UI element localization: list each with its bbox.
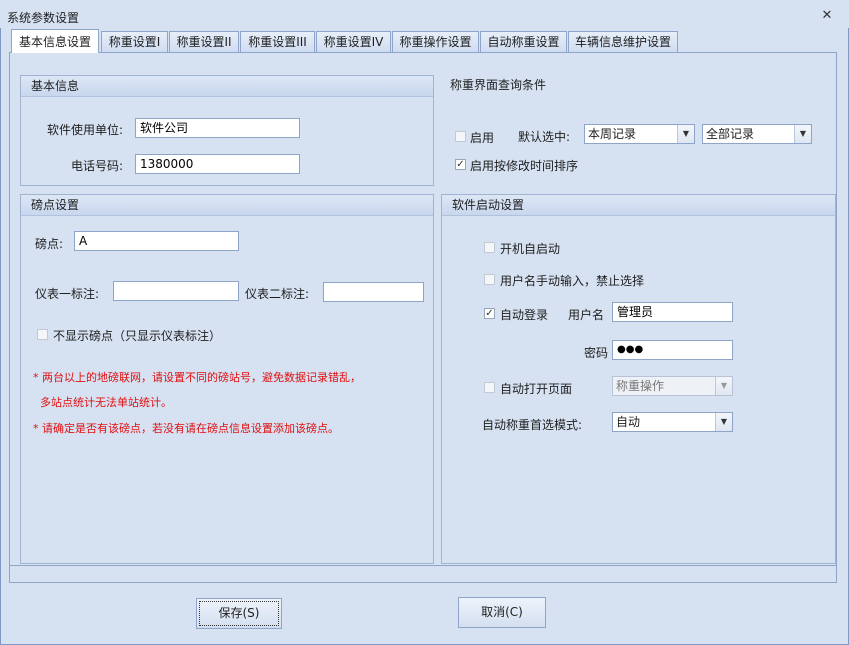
cancel-button[interactable]: 取消(C) [458,597,546,628]
open-page-select-value: 称重操作 [616,379,665,393]
enable-query-checkbox[interactable] [455,131,466,142]
point-input[interactable]: A [74,231,239,251]
scope-select-value: 全部记录 [706,127,755,141]
default-selection-label: 默认选中: [518,130,571,144]
phone-label: 电话号码: [71,159,124,173]
tab-weigh-operation[interactable]: 称重操作设置 [392,31,479,52]
network-note-line2: 多站点统计无法单站统计。 [40,396,172,409]
meter2-label: 仪表二标注: [245,287,310,301]
period-select[interactable]: 本周记录 ▼ [584,124,695,144]
autostart-label: 开机自启动 [500,242,561,256]
basic-info-header: 基本信息 [21,76,433,97]
tab-vehicle-info[interactable]: 车辆信息维护设置 [568,31,678,52]
panel-divider [9,565,837,566]
meter1-input[interactable] [113,281,239,301]
auto-mode-select-value: 自动 [616,415,641,429]
point-label: 磅点: [35,237,64,251]
enable-query-label: 启用 [470,131,495,145]
save-button[interactable]: 保存(S) [196,598,282,629]
manual-username-checkbox[interactable] [484,274,495,285]
username-input[interactable]: 管理员 [612,302,733,322]
tab-weigh-settings-1[interactable]: 称重设置I [101,31,168,52]
chevron-down-icon[interactable]: ▼ [677,125,694,143]
chevron-down-icon[interactable]: ▼ [794,125,811,143]
open-page-label: 自动打开页面 [500,382,573,396]
hide-point-label: 不显示磅点（只显示仪表标注） [53,329,222,343]
tab-weigh-settings-2[interactable]: 称重设置II [169,31,239,52]
open-page-checkbox[interactable] [484,382,495,393]
window-title: 系统参数设置 [7,11,80,25]
query-conditions-title: 称重界面查询条件 [450,78,547,92]
auto-mode-select[interactable]: 自动 ▼ [612,412,733,432]
meter2-input[interactable] [323,282,424,302]
sort-by-time-label: 启用按修改时间排序 [470,159,579,173]
meter1-label: 仪表一标注: [35,287,100,301]
sort-by-time-checkbox[interactable]: ✓ [455,159,466,170]
point-exists-note: * 请确定是否有该磅点，若没有请在磅点信息设置添加该磅点。 [33,422,339,435]
company-input[interactable]: 软件公司 [135,118,300,138]
close-icon[interactable]: ✕ [819,8,835,24]
tab-basic-info[interactable]: 基本信息设置 [11,29,99,53]
hide-point-checkbox[interactable] [37,329,48,340]
auto-mode-label: 自动称重首选模式: [482,418,583,432]
autologin-checkbox[interactable]: ✓ [484,308,495,319]
tab-weigh-settings-3[interactable]: 称重设置III [240,31,315,52]
autostart-checkbox[interactable] [484,242,495,253]
scope-select[interactable]: 全部记录 ▼ [702,124,812,144]
tab-weigh-settings-4[interactable]: 称重设置IV [316,31,391,52]
weigh-point-header: 磅点设置 [21,195,433,216]
company-label: 软件使用单位: [47,123,124,137]
chevron-down-icon[interactable]: ▼ [715,377,732,395]
manual-username-label: 用户名手动输入，禁止选择 [500,274,645,288]
startup-header: 软件启动设置 [442,195,835,216]
chevron-down-icon[interactable]: ▼ [715,413,732,431]
username-label: 用户名 [568,308,605,322]
title-bar: 系统参数设置 ✕ [0,0,849,28]
tab-auto-weigh[interactable]: 自动称重设置 [480,31,567,52]
autologin-label: 自动登录 [500,308,549,322]
phone-input[interactable]: 1380000 [135,154,300,174]
password-input[interactable]: ●●● [612,340,733,360]
network-note-line1: * 两台以上的地磅联网，请设置不同的磅站号，避免数据记录错乱， [33,371,361,384]
open-page-select[interactable]: 称重操作 ▼ [612,376,733,396]
period-select-value: 本周记录 [588,127,637,141]
password-label: 密码 [584,346,609,360]
